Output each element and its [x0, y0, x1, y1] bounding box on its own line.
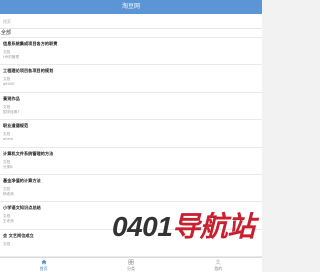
list-item-title: 景观作品 — [3, 95, 20, 101]
list-item-desc: ahem — [3, 137, 14, 142]
list-item-title: 信息系统集成项目各方的职责 — [3, 41, 58, 46]
list-item-title: 基金净值的计算方法 — [3, 177, 41, 183]
list-item-title: 计算机文件系统管理的方法 — [3, 150, 54, 156]
search-bar: 搜索 — [0, 14, 262, 29]
tab-label: 我的 — [214, 266, 223, 271]
page-title: 淘豆网 — [121, 3, 140, 10]
list-item-title: 职业道德规范 — [3, 123, 29, 129]
list-item-desc: 国学经典T — [3, 109, 20, 114]
watermark-logo: 0401导航站 — [112, 209, 262, 245]
list-item[interactable]: 职业道德规范 文档 ahem — [0, 120, 262, 148]
list-item[interactable]: 信息系统集成项目各方的职责 文档 HR的管理 — [0, 38, 262, 66]
list-item[interactable]: 景观作品 文档 国学经典T — [0, 92, 262, 121]
list-item[interactable]: 计算机文件系统管理的方法 文档 分类B — [0, 147, 262, 175]
grid-icon — [128, 259, 134, 265]
list-item-desc: q6000 — [3, 82, 15, 87]
user-icon — [215, 259, 221, 265]
bottom-tab-bar: 首页 分类 我的 — [0, 257, 262, 272]
tab-label: 首页 — [39, 266, 48, 271]
list-item[interactable]: 基金净值的计算方法 文档 杨老师 — [0, 174, 262, 203]
list-item-desc: 杨老师 — [3, 191, 14, 196]
home-icon — [41, 259, 47, 265]
list-item[interactable]: 工程理论项目各项目的规划 文档 q6000 — [0, 65, 262, 93]
tab-home[interactable]: 首页 — [0, 258, 87, 272]
tab-label: 分类 — [126, 266, 135, 271]
list-item-desc: 分类B — [3, 164, 13, 169]
watermark-digits: 0401 — [112, 211, 173, 242]
list-item-desc: HR的管理 — [3, 55, 19, 59]
tab-category[interactable]: 分类 — [87, 258, 174, 272]
watermark-cn: 导航站 — [172, 211, 255, 242]
tab-mine[interactable]: 我的 — [175, 258, 262, 272]
search-input[interactable]: 搜索 — [0, 16, 262, 27]
app-header: 淘豆网 — [0, 0, 262, 14]
filter-label[interactable]: 全部 — [1, 29, 11, 38]
filter-bar: 全部 — [0, 29, 262, 38]
list-item-title: 工程理论项目各项目的规划 — [3, 68, 54, 74]
watermark-text: 0401导航站 — [112, 209, 255, 245]
